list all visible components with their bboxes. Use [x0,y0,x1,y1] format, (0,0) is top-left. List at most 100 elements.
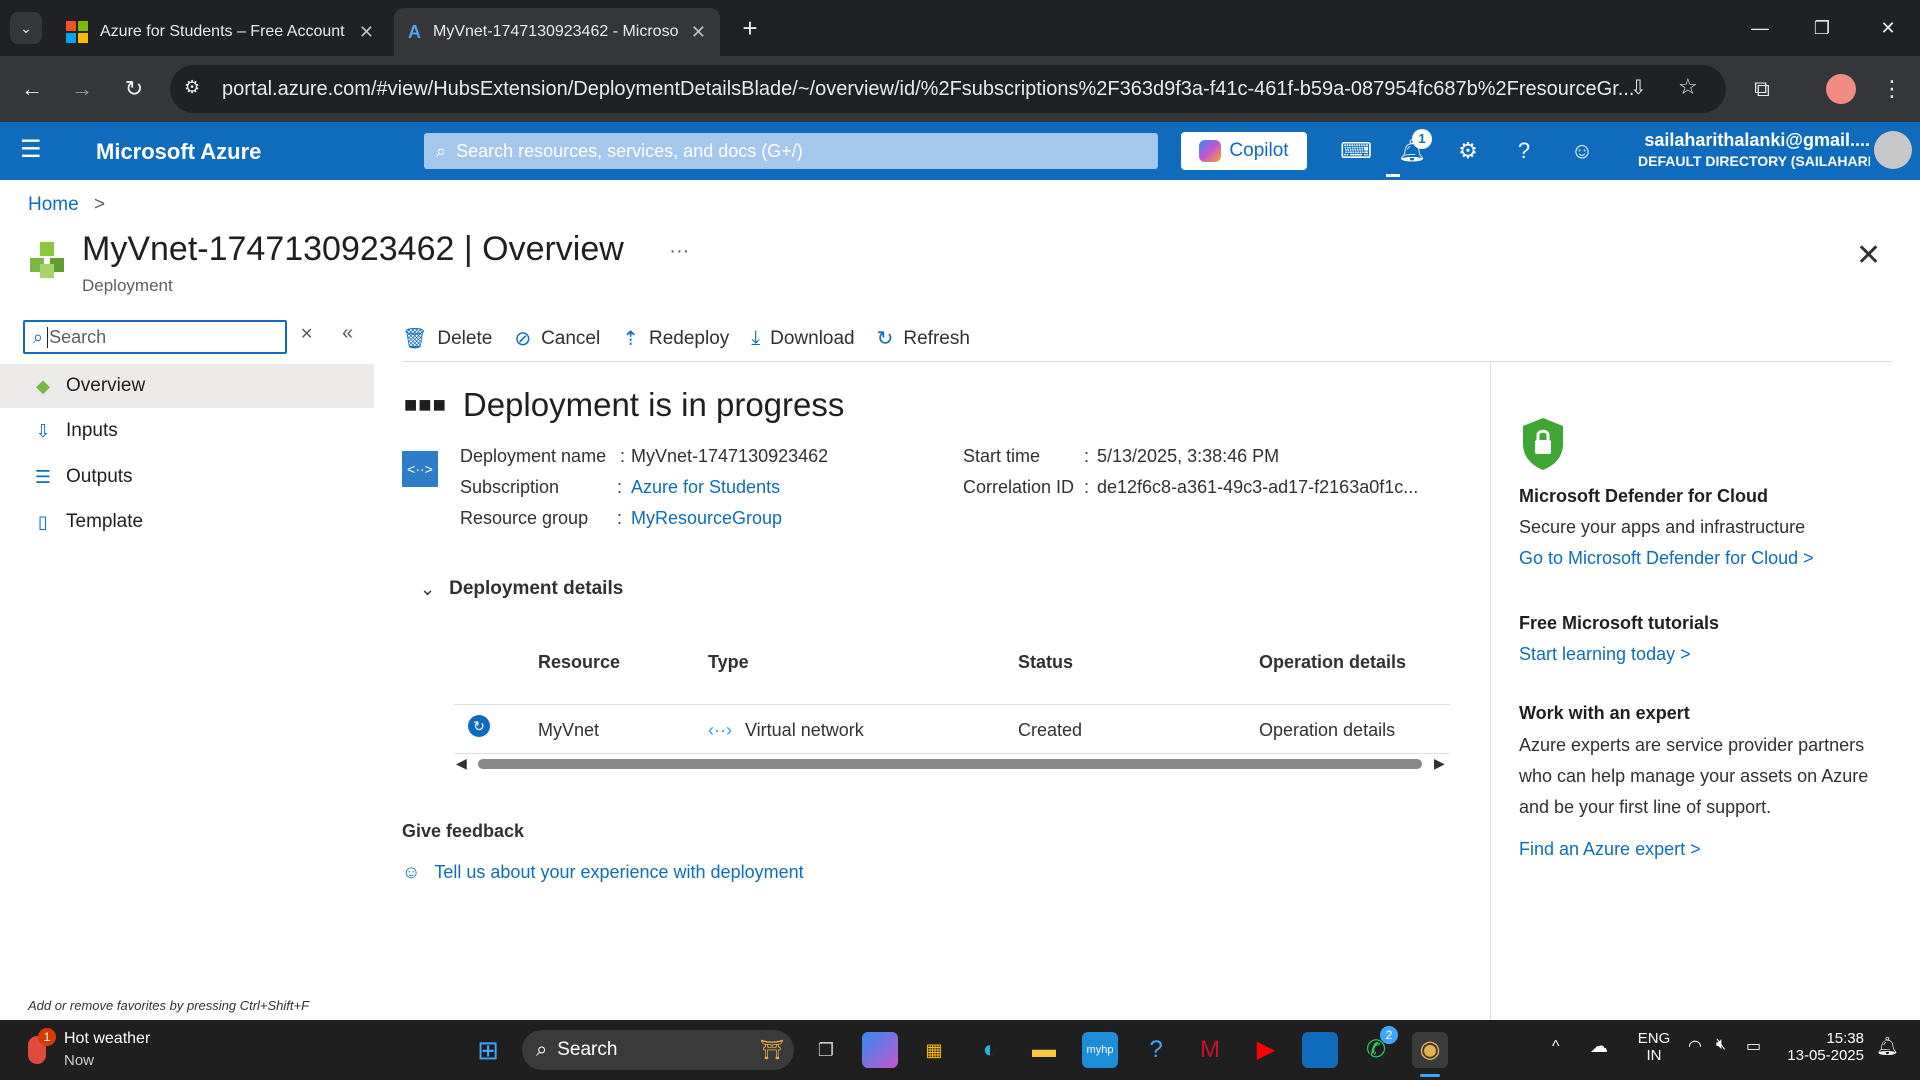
restore-icon[interactable]: ❐ [1802,12,1842,44]
mcafee-icon[interactable]: M [1192,1032,1228,1068]
scroll-left-icon[interactable]: ◀ [456,755,467,772]
operation-details-link[interactable]: Operation details [1259,720,1395,741]
column-header-type[interactable]: Type [708,652,749,673]
back-icon[interactable]: ← [16,73,48,105]
menu-search-input[interactable]: ⌕ Search [23,320,287,354]
redeploy-button[interactable]: ⇡ Redeploy [622,326,729,351]
close-blade-icon[interactable]: ✕ [1856,238,1881,273]
avatar[interactable] [1874,131,1912,169]
chevron-right-icon: > [93,194,106,215]
language-indicator[interactable]: ENG IN [1634,1030,1674,1064]
colon-separator: : [617,477,623,497]
clock[interactable]: 15:38 13-05-2025 [1780,1030,1864,1064]
expert-link[interactable]: Find an Azure expert > [1519,839,1701,860]
collapse-menu-icon[interactable]: « [342,322,353,345]
nav-item-outputs[interactable]: ☰ Outputs [0,455,374,499]
youtube-icon[interactable]: ▶ [1248,1032,1284,1068]
expert-text-line: and be your first line of support. [1519,797,1772,817]
profile-avatar[interactable] [1826,74,1856,104]
cloud-shell-icon[interactable]: ⌨ [1340,135,1372,167]
weather-subtitle: Now [64,1052,95,1069]
tutorials-link[interactable]: Start learning today > [1519,644,1691,665]
battery-icon[interactable]: ▭ [1746,1036,1761,1056]
tutorials-title: Free Microsoft tutorials [1519,613,1720,633]
whatsapp-icon[interactable]: ✆ 2 [1358,1026,1398,1068]
cancel-button[interactable]: ⊘ Cancel [514,326,600,351]
hp-app-icon[interactable]: myhp [1082,1032,1118,1068]
microsoft-store-icon[interactable]: ▦ [916,1032,952,1068]
clear-search-icon[interactable]: ✕ [300,324,313,344]
address-bar[interactable]: ⚙ portal.azure.com/#view/HubsExtension/D… [170,65,1726,113]
settings-gear-icon[interactable]: ⚙ [1452,135,1484,167]
install-app-icon[interactable]: ⇩ [1630,75,1647,100]
task-view-icon[interactable]: ❐ [808,1032,844,1068]
close-tab-icon[interactable]: ✕ [691,22,706,43]
nav-item-overview[interactable]: ◆ Overview [0,364,374,408]
show-hidden-icons[interactable]: ^ [1552,1038,1560,1056]
weather-widget[interactable]: 1 Hot weather Now [24,1028,164,1072]
expert-text-line: Azure experts are service provider partn… [1519,735,1865,755]
refresh-button[interactable]: ↻ Refresh [877,326,970,351]
scrollbar-thumb[interactable] [478,759,1422,769]
column-header-operation[interactable]: Operation details [1259,652,1406,673]
row-status: Created [1018,720,1083,740]
correlation-id-label: Correlation ID [963,477,1075,497]
forward-icon[interactable]: → [66,73,98,105]
close-window-icon[interactable]: ✕ [1868,12,1908,44]
subscription-link[interactable]: Azure for Students [631,477,780,498]
column-header-resource[interactable]: Resource [538,652,620,673]
help-icon[interactable]: ? [1508,135,1540,167]
tab-search-button[interactable]: ⌄ [10,12,42,44]
taskbar-search[interactable]: ⌕ Search ⛩ [522,1030,794,1070]
search-icon: ⌕ [436,140,447,161]
minimize-icon[interactable]: — [1740,12,1780,44]
deployment-code-icon: <··> [402,451,438,487]
more-actions-button[interactable]: ··· [669,240,689,262]
browser-tab-azure-students[interactable]: Azure for Students – Free Account ✕ [52,8,388,56]
help-app-icon[interactable]: ? [1138,1032,1174,1068]
resource-group-link[interactable]: MyResourceGroup [631,508,782,529]
active-app-indicator [1420,1074,1440,1077]
copilot-button[interactable]: Copilot [1181,132,1307,170]
edge-browser-icon[interactable]: ◐ [972,1032,1008,1068]
account-menu[interactable]: sailaharithalanki@gmail.... DEFAULT DIRE… [1638,130,1870,169]
wifi-icon[interactable]: ◠ [1688,1036,1702,1056]
deployment-status-heading: ■■■ Deployment is in progress [404,386,844,424]
browser-tab-myvnet[interactable]: A MyVnet-1747130923462 - Microso ✕ [394,8,720,56]
onedrive-cloud-icon[interactable]: ☁ [1590,1036,1608,1057]
deployment-name-label: Deployment name [460,446,607,466]
global-search-input[interactable]: ⌕ Search resources, services, and docs (… [424,133,1158,169]
delete-button[interactable]: 🗑︎ Delete [402,326,492,351]
blue-app-icon[interactable] [1302,1032,1338,1068]
resources-table: Resource Type Status Operation details ↻… [454,652,1450,754]
column-header-status[interactable]: Status [1018,652,1073,673]
bookmark-star-icon[interactable]: ☆ [1678,74,1698,100]
azure-brand[interactable]: Microsoft Azure [96,139,261,165]
deployment-details-toggle[interactable]: ⌄ Deployment details [420,578,623,600]
weather-badge: 1 [38,1028,56,1046]
defender-link[interactable]: Go to Microsoft Defender for Cloud > [1519,548,1814,569]
reload-icon[interactable]: ↻ [118,73,150,105]
notifications-icon[interactable]: 🔔︎ 1 [1396,129,1432,167]
notification-center-icon[interactable]: 🔔︎ [1876,1036,1899,1057]
nav-item-inputs[interactable]: ⇩ Inputs [0,409,374,453]
file-explorer-icon[interactable]: ▬ [1026,1032,1062,1068]
nav-item-template[interactable]: ▯ Template [0,500,374,544]
download-button[interactable]: ⤓ Download [751,327,854,350]
breadcrumb-home[interactable]: Home [28,194,79,215]
volume-muted-icon[interactable]: 🔇︎ [1716,1036,1726,1054]
close-tab-icon[interactable]: ✕ [359,22,374,43]
feedback-icon[interactable]: ☺ [1566,135,1598,167]
start-time-value: 5/13/2025, 3:38:46 PM [1097,446,1280,466]
site-info-icon[interactable]: ⚙ [184,77,200,98]
horizontal-scrollbar[interactable]: ◀ ▶ [454,755,1450,772]
new-tab-button[interactable]: + [734,12,766,44]
chrome-icon[interactable]: ◉ [1412,1032,1448,1068]
copilot-app-icon[interactable] [862,1032,898,1068]
scroll-right-icon[interactable]: ▶ [1434,755,1445,772]
extensions-icon[interactable]: ⧉ [1746,73,1778,105]
feedback-link[interactable]: ☺ Tell us about your experience with dep… [402,862,804,883]
chrome-menu-icon[interactable]: ⋮ [1876,73,1908,105]
portal-menu-icon[interactable]: ☰ [20,135,42,164]
windows-start-icon[interactable]: ⊞ [470,1032,506,1068]
